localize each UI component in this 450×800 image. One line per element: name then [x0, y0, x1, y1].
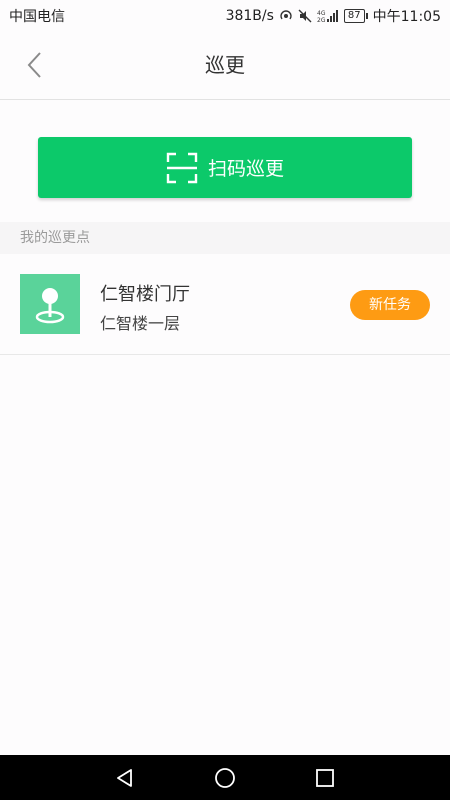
scan-icon: [166, 152, 198, 184]
mute-icon: [298, 9, 312, 23]
svg-text:4G: 4G: [317, 10, 326, 17]
new-task-badge: 新任务: [350, 290, 430, 320]
list-item[interactable]: 仁智楼门厅 仁智楼一层 新任务: [0, 254, 450, 355]
circle-home-icon: [215, 767, 235, 788]
triangle-back-icon: [117, 768, 132, 787]
status-right: 381B/s 4G 2G 87 中午11:05: [226, 6, 441, 26]
scan-patrol-label: 扫码巡更: [207, 158, 284, 180]
clock-label: 中午11:05: [372, 9, 441, 25]
map-pin-icon: [35, 288, 65, 324]
battery-level: 87: [343, 9, 365, 23]
nav-home-button[interactable]: [205, 758, 245, 798]
square-recents-icon: [316, 768, 334, 787]
screen: 中国电信 381B/s 4G 2G 87 中午11:05 巡更 扫码巡更 我的巡…: [0, 0, 450, 800]
patrol-point-location: 仁智楼一层: [100, 314, 181, 333]
battery-icon: 87: [343, 9, 368, 23]
carrier-label: 中国电信: [9, 9, 65, 25]
system-nav-bar: [0, 755, 450, 800]
patrol-point-list: 仁智楼门厅 仁智楼一层 新任务: [0, 254, 450, 355]
section-header: 我的巡更点: [0, 222, 450, 254]
nav-back-button[interactable]: [105, 758, 145, 798]
nav-recents-button[interactable]: [305, 758, 345, 798]
signal-icon: 4G 2G: [317, 9, 339, 23]
patrol-point-name: 仁智楼门厅: [100, 284, 190, 305]
scan-patrol-button[interactable]: 扫码巡更: [38, 137, 412, 198]
hotspot-icon: [279, 9, 293, 23]
location-thumbnail: [20, 274, 80, 334]
status-bar: 中国电信 381B/s 4G 2G 87 中午11:05: [0, 0, 450, 32]
page-title: 巡更: [205, 53, 245, 77]
app-header: 巡更: [0, 32, 450, 100]
svg-text:2G: 2G: [317, 17, 326, 23]
network-speed: 381B/s: [225, 8, 274, 24]
scan-area: 扫码巡更: [0, 101, 450, 222]
